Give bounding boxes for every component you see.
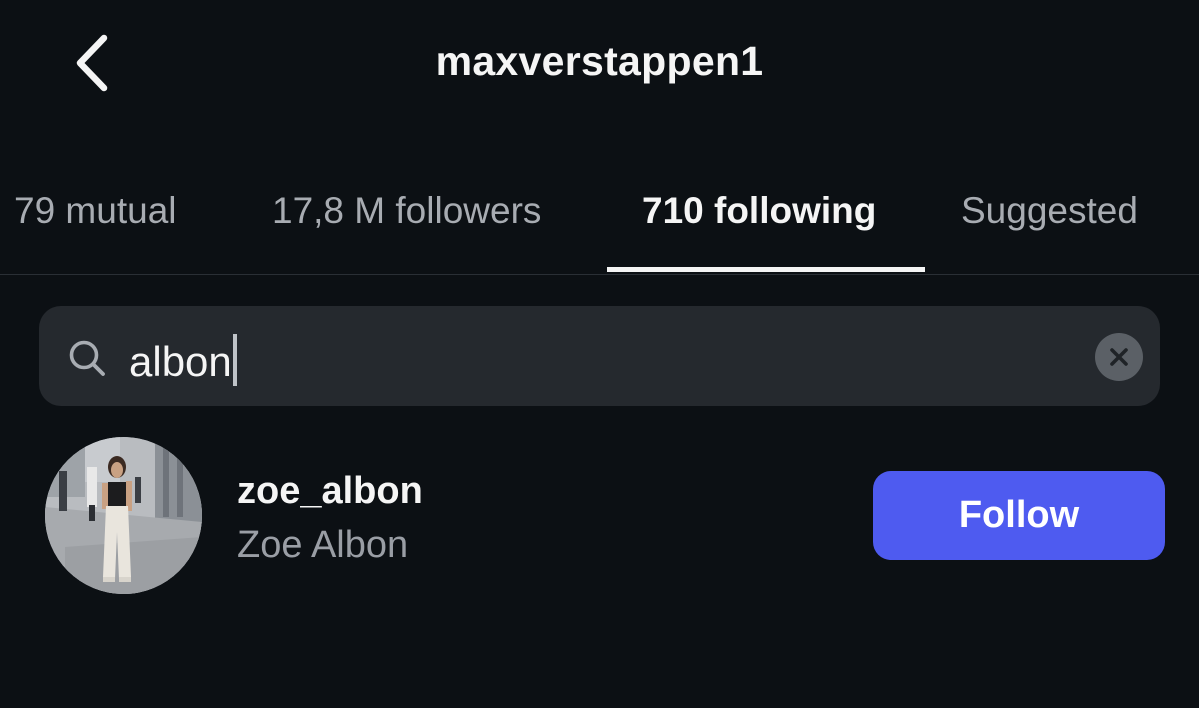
close-icon xyxy=(1110,348,1128,366)
search-input[interactable]: albon xyxy=(129,334,237,386)
text-cursor xyxy=(232,334,237,386)
tab-bar: 79 mutual 17,8 M followers 710 following… xyxy=(0,168,1199,275)
list-item[interactable]: zoe_albon Zoe Albon Follow xyxy=(0,430,1199,610)
follow-button[interactable]: Follow xyxy=(873,471,1165,560)
search-icon xyxy=(69,340,105,376)
tab-following[interactable]: 710 following xyxy=(642,190,876,232)
page-title: maxverstappen1 xyxy=(435,38,764,84)
tab-mutual[interactable]: 79 mutual xyxy=(14,190,177,232)
clear-search-button[interactable] xyxy=(1095,333,1143,381)
avatar-photo xyxy=(45,437,202,594)
active-tab-indicator xyxy=(607,267,925,272)
tab-suggested[interactable]: Suggested xyxy=(961,190,1138,232)
search-input-value: albon xyxy=(129,338,232,385)
full-name: Zoe Albon xyxy=(237,524,409,566)
username[interactable]: zoe_albon xyxy=(237,470,423,513)
following-screen: maxverstappen1 79 mutual 17,8 M follower… xyxy=(0,0,1199,708)
search-bar[interactable]: albon xyxy=(39,306,1160,406)
tab-followers[interactable]: 17,8 M followers xyxy=(272,190,541,232)
avatar[interactable] xyxy=(45,437,202,594)
